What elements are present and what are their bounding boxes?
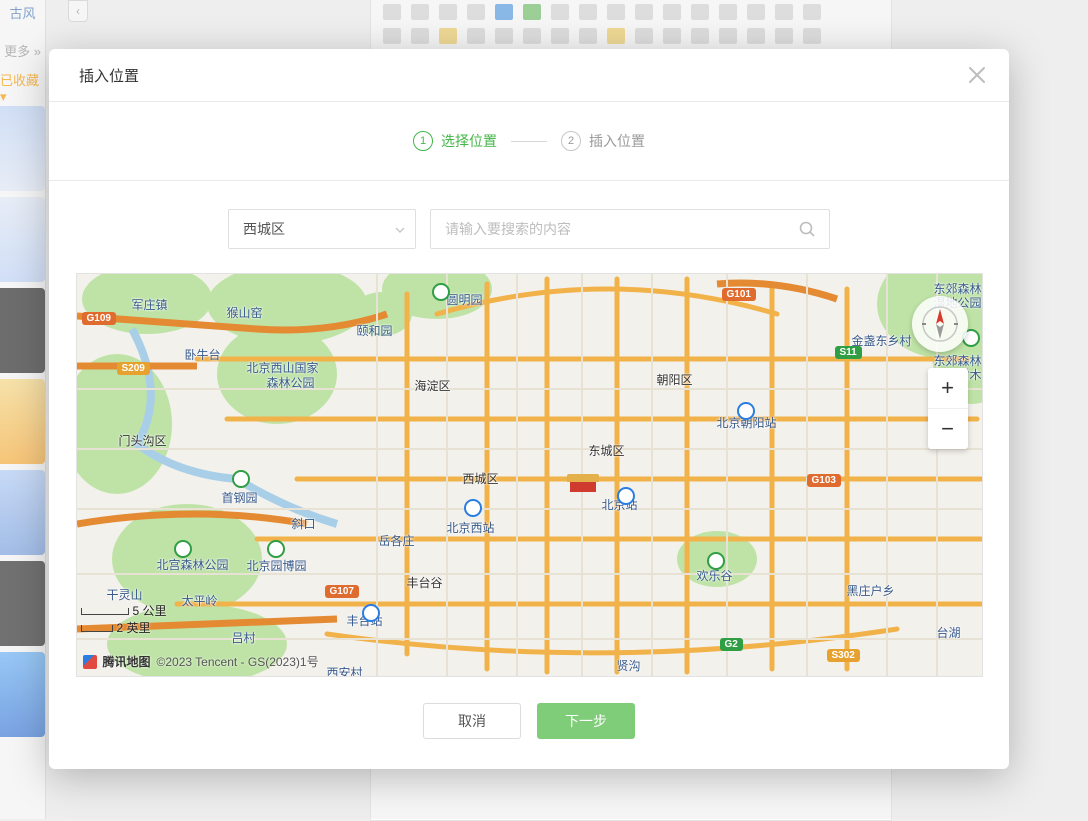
chevron-down-icon [395, 220, 405, 238]
cancel-button[interactable]: 取消 [423, 703, 521, 739]
map-label: 斜口 [292, 515, 316, 532]
map-label: 海淀区 [415, 377, 451, 394]
map-label: 岳各庄 [379, 532, 415, 549]
map-label: 台湖 [937, 624, 961, 641]
map-label: 森林公园 [267, 374, 315, 391]
search-input[interactable] [431, 221, 785, 237]
map-label: 西安村 [327, 664, 363, 677]
road-badge: S11 [835, 346, 862, 359]
map-label: 军庄镇 [132, 296, 168, 313]
map-label: 首钢园 [222, 489, 258, 506]
tiananmen-icon [567, 474, 599, 492]
map-label: 圆明园 [447, 291, 483, 308]
map-label: 西城区 [463, 470, 499, 487]
compass-icon [920, 304, 960, 344]
map-label: 干灵山 [107, 586, 143, 603]
step-2-label: 插入位置 [589, 131, 645, 151]
park-poi-icon [232, 470, 250, 488]
step-2-number: 2 [561, 131, 581, 151]
map-label: 贤沟 [617, 657, 641, 674]
map-label: 北京园博园 [247, 557, 307, 574]
step-1-number: 1 [413, 131, 433, 151]
search-field-wrap [430, 209, 830, 249]
map[interactable]: 军庄镇 猴山窑 卧牛台 北京西山国家 森林公园 门头沟区 首钢园 斜口 北宫森林… [76, 273, 983, 677]
close-icon [965, 63, 989, 87]
park-poi-icon [707, 552, 725, 570]
map-label: 北宫森林公园 [157, 556, 229, 573]
map-label: 吕村 [232, 629, 256, 646]
compass-control[interactable] [912, 296, 968, 352]
map-label: 卧牛台 [185, 346, 221, 363]
next-button[interactable]: 下一步 [537, 703, 635, 739]
map-label: 门头沟区 [119, 432, 167, 449]
park-poi-icon [174, 540, 192, 558]
search-icon [798, 220, 816, 238]
road-badge: G101 [722, 288, 756, 301]
map-label: 东城区 [589, 442, 625, 459]
subway-station-icon [362, 604, 380, 622]
map-label: 朝阳区 [657, 371, 693, 388]
modal-footer: 取消 下一步 [49, 677, 1009, 739]
road-badge: G109 [82, 312, 116, 325]
map-brand: 腾讯地图 [103, 653, 151, 670]
step-1-label: 选择位置 [441, 131, 497, 151]
steps: 1 选择位置 2 插入位置 [49, 102, 1009, 181]
zoom-in-button[interactable]: + [928, 368, 968, 409]
step-1: 1 选择位置 [413, 131, 497, 151]
road-badge: S209 [117, 362, 150, 375]
park-poi-icon [432, 283, 450, 301]
map-label: 北京西站 [447, 519, 495, 536]
road-badge: S302 [827, 649, 860, 662]
map-copyright: ©2023 Tencent - GS(2023)1号 [157, 653, 319, 670]
park-poi-icon [267, 540, 285, 558]
road-badge: G2 [720, 638, 743, 651]
region-select-value: 西城区 [243, 219, 285, 239]
road-badge: G107 [325, 585, 359, 598]
scale-km: 5 公里 [133, 604, 167, 618]
insert-location-modal: 插入位置 1 选择位置 2 插入位置 西城区 [49, 49, 1009, 769]
map-scale: 5 公里 2 英里 [81, 602, 167, 636]
zoom-out-button[interactable]: − [928, 409, 968, 449]
map-label: 颐和园 [357, 322, 393, 339]
subway-station-icon [617, 487, 635, 505]
map-tiles [77, 274, 982, 676]
map-label: 丰台谷 [407, 574, 443, 591]
map-label: 猴山窑 [227, 304, 263, 321]
map-attribution: 腾讯地图 ©2023 Tencent - GS(2023)1号 [83, 653, 319, 670]
subway-station-icon [464, 499, 482, 517]
scale-mi: 2 英里 [117, 621, 151, 635]
region-select[interactable]: 西城区 [228, 209, 416, 249]
map-label: 太平岭 [182, 592, 218, 609]
zoom-control: + − [928, 368, 968, 449]
step-separator [511, 141, 547, 142]
road-badge: G103 [807, 474, 841, 487]
close-button[interactable] [965, 63, 989, 87]
map-label: 黑庄户乡 [847, 582, 895, 599]
modal-header: 插入位置 [49, 49, 1009, 102]
tencent-map-logo-icon [83, 655, 97, 669]
search-button[interactable] [785, 210, 829, 248]
modal-title: 插入位置 [79, 65, 139, 86]
controls-row: 西城区 [49, 181, 1009, 273]
subway-station-icon [737, 402, 755, 420]
step-2: 2 插入位置 [561, 131, 645, 151]
